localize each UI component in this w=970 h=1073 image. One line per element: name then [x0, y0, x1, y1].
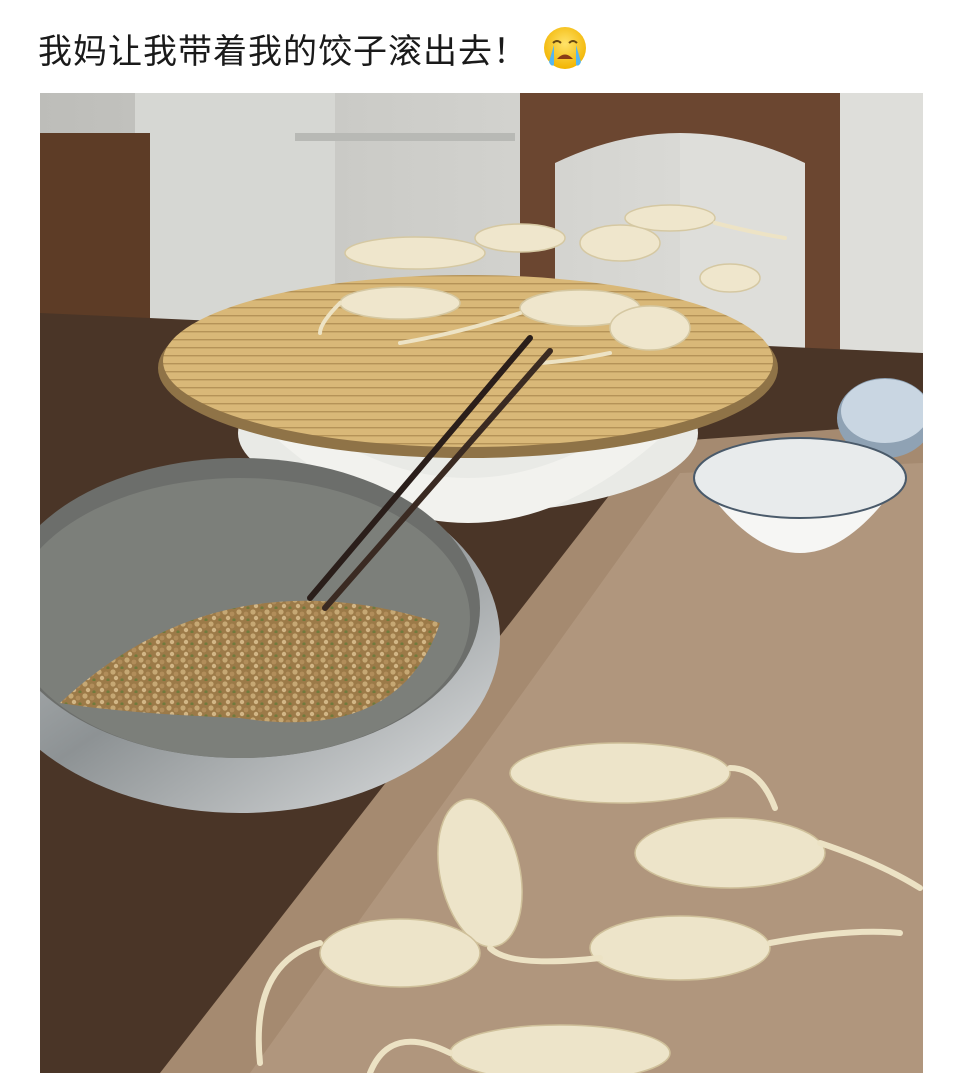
crying-face-icon	[544, 27, 586, 69]
dumpling-photo	[40, 93, 923, 1073]
photo-scene	[40, 93, 923, 1073]
post-caption: 我妈让我带着我的饺子滚出去！	[38, 31, 528, 72]
post: 我妈让我带着我的饺子滚出去！	[0, 0, 970, 1073]
caption-row: 我妈让我带着我的饺子滚出去！	[38, 18, 588, 78]
